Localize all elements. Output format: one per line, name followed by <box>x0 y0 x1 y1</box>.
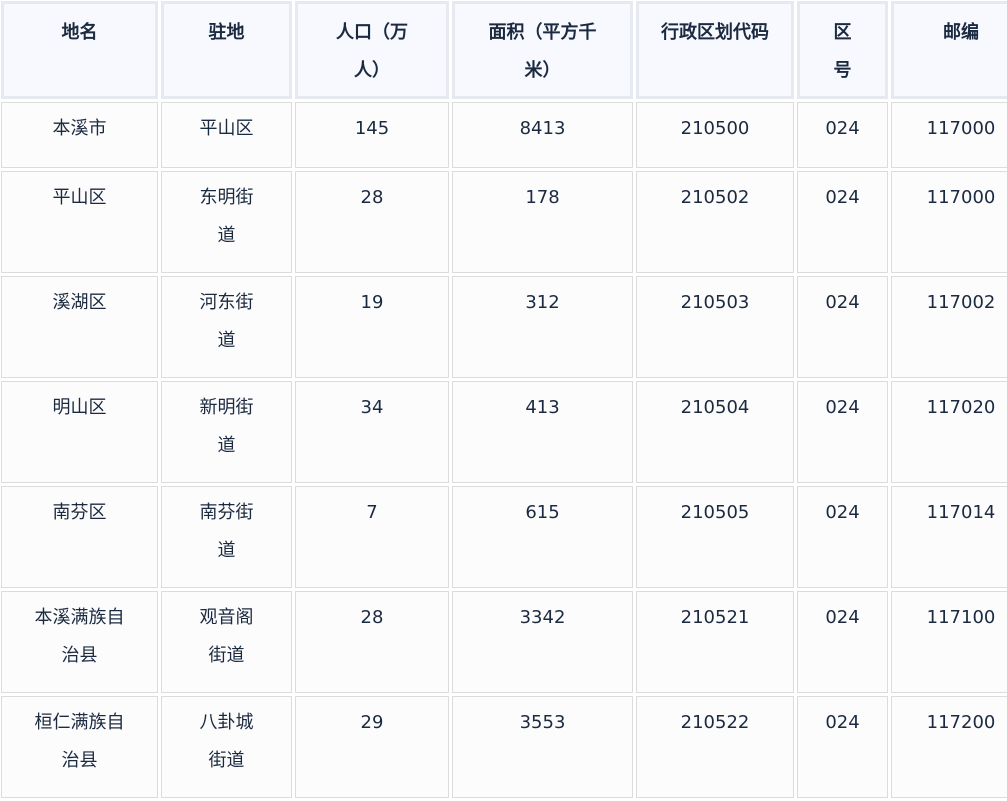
table-header-row: 地名 驻地 人口（万人） 面积（平方千米） 行政区划代码 区号 邮编 <box>1 1 1007 99</box>
cell-seat: 河东街道 <box>161 276 292 378</box>
table-row: 南芬区 南芬街道 7 615 210505 024 117014 <box>1 486 1007 588</box>
cell-area: 3342 <box>452 591 633 693</box>
table-row: 本溪市 平山区 145 8413 210500 024 117000 <box>1 102 1007 168</box>
cell-population: 7 <box>295 486 449 588</box>
cell-area: 3553 <box>452 696 633 798</box>
cell-name: 本溪满族自治县 <box>1 591 158 693</box>
cell-admin-code: 210521 <box>636 591 794 693</box>
cell-admin-code: 210522 <box>636 696 794 798</box>
cell-area-code: 024 <box>797 102 888 168</box>
cell-seat: 观音阁街道 <box>161 591 292 693</box>
cell-admin-code: 210502 <box>636 171 794 273</box>
cell-name: 本溪市 <box>1 102 158 168</box>
cell-population: 28 <box>295 591 449 693</box>
cell-postal: 117020 <box>891 381 1007 483</box>
cell-admin-code: 210503 <box>636 276 794 378</box>
cell-postal: 117000 <box>891 102 1007 168</box>
header-population: 人口（万人） <box>295 1 449 99</box>
cell-seat: 南芬街道 <box>161 486 292 588</box>
cell-postal: 117200 <box>891 696 1007 798</box>
cell-name: 桓仁满族自治县 <box>1 696 158 798</box>
cell-seat: 新明街道 <box>161 381 292 483</box>
cell-population: 29 <box>295 696 449 798</box>
cell-postal: 117100 <box>891 591 1007 693</box>
cell-postal: 117002 <box>891 276 1007 378</box>
cell-name: 南芬区 <box>1 486 158 588</box>
header-name: 地名 <box>1 1 158 99</box>
header-seat: 驻地 <box>161 1 292 99</box>
header-area: 面积（平方千米） <box>452 1 633 99</box>
cell-population: 145 <box>295 102 449 168</box>
cell-area: 8413 <box>452 102 633 168</box>
cell-postal: 117014 <box>891 486 1007 588</box>
cell-area: 413 <box>452 381 633 483</box>
cell-seat: 八卦城街道 <box>161 696 292 798</box>
header-admin-code: 行政区划代码 <box>636 1 794 99</box>
table-row: 明山区 新明街道 34 413 210504 024 117020 <box>1 381 1007 483</box>
cell-area-code: 024 <box>797 381 888 483</box>
cell-name: 明山区 <box>1 381 158 483</box>
cell-area: 615 <box>452 486 633 588</box>
cell-postal: 117000 <box>891 171 1007 273</box>
data-table: 地名 驻地 人口（万人） 面积（平方千米） 行政区划代码 区号 邮编 本溪市 平… <box>0 0 1007 801</box>
table-row: 本溪满族自治县 观音阁街道 28 3342 210521 024 117100 <box>1 591 1007 693</box>
cell-area: 312 <box>452 276 633 378</box>
cell-population: 34 <box>295 381 449 483</box>
table-row: 桓仁满族自治县 八卦城街道 29 3553 210522 024 117200 <box>1 696 1007 798</box>
table-row: 溪湖区 河东街道 19 312 210503 024 117002 <box>1 276 1007 378</box>
cell-population: 19 <box>295 276 449 378</box>
cell-area: 178 <box>452 171 633 273</box>
cell-name: 平山区 <box>1 171 158 273</box>
cell-area-code: 024 <box>797 171 888 273</box>
table-row: 平山区 东明街道 28 178 210502 024 117000 <box>1 171 1007 273</box>
cell-admin-code: 210505 <box>636 486 794 588</box>
cell-admin-code: 210504 <box>636 381 794 483</box>
cell-name: 溪湖区 <box>1 276 158 378</box>
cell-seat: 东明街道 <box>161 171 292 273</box>
header-area-code: 区号 <box>797 1 888 99</box>
cell-admin-code: 210500 <box>636 102 794 168</box>
cell-area-code: 024 <box>797 276 888 378</box>
header-postal: 邮编 <box>891 1 1007 99</box>
cell-area-code: 024 <box>797 591 888 693</box>
cell-area-code: 024 <box>797 486 888 588</box>
cell-seat: 平山区 <box>161 102 292 168</box>
cell-area-code: 024 <box>797 696 888 798</box>
cell-population: 28 <box>295 171 449 273</box>
